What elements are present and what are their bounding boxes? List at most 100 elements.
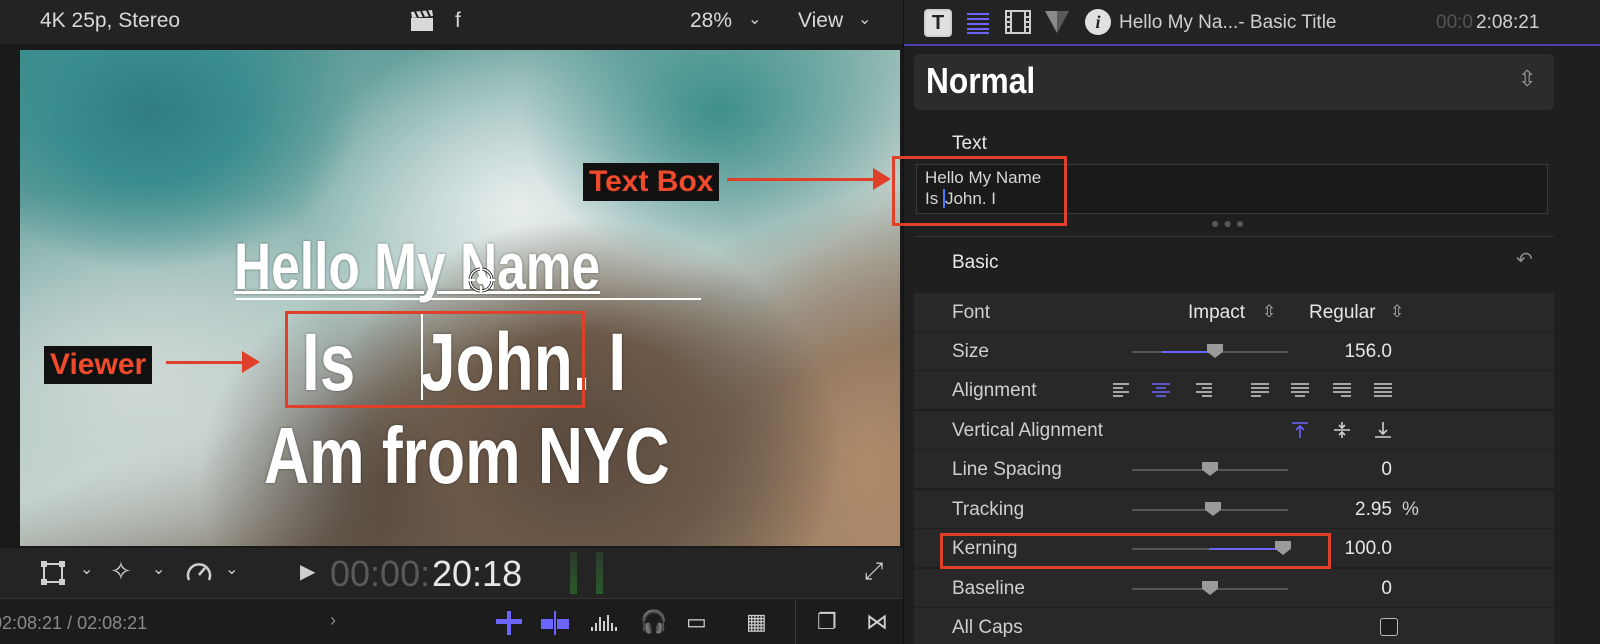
size-slider-knob[interactable] <box>1207 344 1223 358</box>
row-baseline: Baseline 0 <box>914 568 1554 607</box>
text-box-highlight <box>892 156 1067 226</box>
preset-name: Normal <box>926 60 1036 101</box>
textbox-annotation-label: Text Box <box>583 163 720 201</box>
inspector-timecode-dim: 00:0 <box>1436 12 1473 33</box>
audio-meter-left <box>570 552 577 594</box>
snapping-icon[interactable]: ▭ <box>686 611 707 633</box>
chevron-down-icon[interactable]: ⌄ <box>80 562 93 578</box>
magic-wand-icon[interactable]: ✧ <box>110 558 132 584</box>
row-tracking: Tracking 2.95 % <box>914 489 1554 528</box>
baseline-value[interactable]: 0 <box>1312 578 1392 600</box>
viewer-header: ‹ 4K 25p, Stereo f 28% ⌄ View ⌄ <box>0 0 903 44</box>
line-spacing-slider-knob[interactable] <box>1202 462 1218 476</box>
font-label: Font <box>952 302 991 323</box>
row-font: Font Impact ⇳ Regular ⇳ <box>914 292 1554 331</box>
row-all-caps: All Caps <box>914 607 1554 644</box>
view-menu[interactable]: View <box>798 9 843 33</box>
inspector-timecode: 2:08:21 <box>1476 12 1540 33</box>
timeline-timecode: 02:08:21 / 02:08:21 <box>0 613 148 633</box>
row-alignment: Alignment <box>914 370 1554 409</box>
tab-video-icon[interactable] <box>1004 8 1032 41</box>
tracking-slider-knob[interactable] <box>1205 502 1221 516</box>
chevron-down-icon[interactable]: ⌄ <box>858 12 871 28</box>
all-caps-checkbox[interactable] <box>1380 618 1398 636</box>
tab-color-icon[interactable] <box>1044 10 1070 39</box>
justify-right-icon[interactable] <box>1332 382 1352 403</box>
resize-handle-icon[interactable]: ●●● <box>1211 215 1248 231</box>
clip-appearance-icon[interactable] <box>494 611 524 640</box>
viewer-image[interactable]: Hello My Name Is John. I Am from NYC <box>20 50 900 546</box>
all-caps-label: All Caps <box>952 617 1023 638</box>
transitions-icon[interactable]: ⋈ <box>866 611 888 633</box>
title-line-3[interactable]: Am from NYC <box>264 410 670 502</box>
row-size: Size 156.0 <box>914 331 1554 370</box>
timeline-toolbar: 02:08:21 / 02:08:21 › 🎧 ▭ ▦ ❐ ⋈ <box>0 598 903 644</box>
text-preset-menu[interactable]: Normal ⇳ <box>914 54 1554 110</box>
skimming-icon[interactable] <box>540 611 570 640</box>
viewer-highlight-box <box>285 311 585 408</box>
reset-icon[interactable]: ↶ <box>1516 250 1533 270</box>
updown-chevron-icon[interactable]: ⇳ <box>1262 302 1276 322</box>
tracking-unit: % <box>1402 499 1419 520</box>
row-vertical-alignment: Vertical Alignment <box>914 410 1554 449</box>
playhead-timecode[interactable]: 20:18 <box>432 553 522 595</box>
updown-chevron-icon[interactable]: ⇳ <box>1390 302 1404 322</box>
chevron-down-icon[interactable]: ⌄ <box>152 562 165 578</box>
font-style-menu[interactable]: Regular <box>1309 302 1376 324</box>
tab-text-icon[interactable]: T <box>924 9 952 37</box>
viewer-annotation-label: Viewer <box>44 346 153 384</box>
zoom-menu[interactable]: 28% <box>690 9 732 33</box>
size-label: Size <box>952 341 989 362</box>
viewer-arrow <box>166 361 246 364</box>
baseline-slider-knob[interactable] <box>1202 581 1218 595</box>
line-spacing-label: Line Spacing <box>952 459 1062 480</box>
chevron-down-icon[interactable]: ⌄ <box>748 12 761 28</box>
justify-left-icon[interactable] <box>1250 382 1270 403</box>
size-value[interactable]: 156.0 <box>1312 341 1392 363</box>
tab-info-icon[interactable]: i <box>1085 9 1111 35</box>
valign-bottom-icon[interactable] <box>1374 421 1392 444</box>
position-target-icon[interactable] <box>467 266 495 299</box>
audio-waveform-icon[interactable] <box>590 613 618 638</box>
inspector-title: Hello My Na...- Basic Title <box>1119 12 1337 33</box>
title-line-1[interactable]: Hello My Name <box>234 228 600 304</box>
baseline-label: Baseline <box>952 578 1025 599</box>
tab-title-icon[interactable] <box>965 9 991 40</box>
arrow-head-icon <box>242 351 260 373</box>
tracking-label: Tracking <box>952 499 1025 520</box>
divider <box>914 236 1554 237</box>
text-section-title: Text <box>952 133 987 154</box>
font-family-menu[interactable]: Impact <box>1188 302 1245 324</box>
alignment-label: Alignment <box>952 380 1037 401</box>
format-label: 4K 25p, Stereo <box>40 9 181 32</box>
play-icon[interactable]: ▶ <box>300 562 315 582</box>
updown-chevron-icon[interactable]: ⇳ <box>1518 68 1536 90</box>
align-center-icon[interactable] <box>1151 382 1171 403</box>
clip-name: f <box>455 9 461 32</box>
vertical-alignment-label: Vertical Alignment <box>952 420 1104 441</box>
filmstrip-icon[interactable]: ▦ <box>746 611 767 633</box>
valign-middle-icon[interactable] <box>1333 421 1351 444</box>
speed-icon[interactable] <box>185 560 213 591</box>
clapper-icon <box>410 9 434 37</box>
transport-bar: ⌄ ✧ ⌄ ⌄ ▶ 00:00: 20:18 ⤢ <box>0 548 903 598</box>
divider <box>795 599 796 644</box>
valign-top-icon[interactable] <box>1291 421 1309 444</box>
audio-meter-right <box>596 552 603 594</box>
tracking-value[interactable]: 2.95 <box>1312 499 1392 521</box>
timecode-dim: 00:00: <box>330 553 431 594</box>
fullscreen-icon[interactable]: ⤢ <box>864 560 883 584</box>
line-spacing-value[interactable]: 0 <box>1312 459 1392 481</box>
chevron-right-icon[interactable]: › <box>330 611 336 629</box>
chevron-down-icon[interactable]: ⌄ <box>225 562 238 578</box>
window-icon[interactable]: ❐ <box>817 611 837 633</box>
justify-full-icon[interactable] <box>1373 382 1393 403</box>
arrow-head-icon <box>873 168 891 190</box>
headphones-icon[interactable]: 🎧 <box>640 611 667 633</box>
align-left-icon[interactable] <box>1112 382 1132 403</box>
justify-center-icon[interactable] <box>1290 382 1310 403</box>
transform-icon[interactable] <box>40 560 66 591</box>
textbox-arrow <box>727 178 879 181</box>
align-right-icon[interactable] <box>1193 382 1213 403</box>
basic-section-title: Basic <box>952 252 999 273</box>
